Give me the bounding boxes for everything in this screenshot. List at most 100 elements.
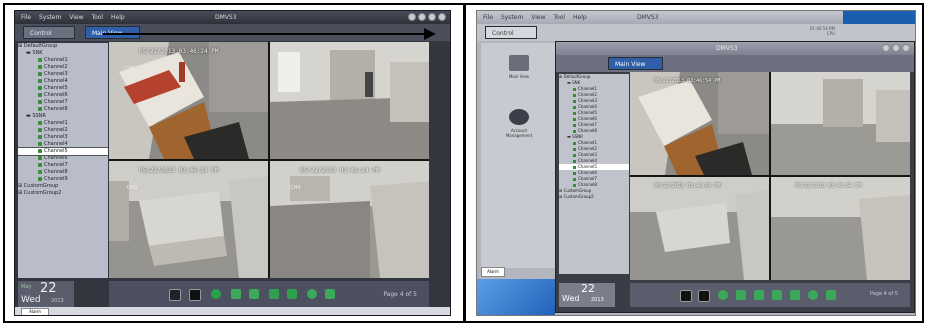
tree-item-label: Channel6 xyxy=(44,92,68,98)
tree-group-item[interactable]: ⊞ CustomGroup xyxy=(18,183,108,190)
forward-icon[interactable] xyxy=(790,290,800,300)
tree-channel-item[interactable]: Channel3 xyxy=(18,71,108,78)
menu-tool[interactable]: Tool xyxy=(553,14,565,21)
tree-group-item[interactable]: ⊞ CustomGroup2 xyxy=(18,190,108,197)
close-icon[interactable] xyxy=(438,13,446,21)
camera-grid: 05/22/2013 03:46:24 PM CH1 CH2 05/22/201… xyxy=(109,42,429,278)
menu-view[interactable]: View xyxy=(531,14,545,21)
tree-channel-item[interactable]: Channel9 xyxy=(18,176,108,183)
forward-icon[interactable] xyxy=(287,289,297,299)
tree-group-item[interactable]: ⊞ DefaultGroup xyxy=(18,43,108,50)
tree-item-label: Channel2 xyxy=(44,127,68,133)
camera-view-3[interactable]: 05/22/2013 03:46:24 PM CH3 xyxy=(109,161,268,278)
tree-item-label: Channel4 xyxy=(44,141,68,147)
channel-icon xyxy=(573,153,576,157)
tab-control-panel[interactable]: Control Panel xyxy=(485,26,537,50)
tree-item-label: Channel4 xyxy=(578,104,597,109)
rewind-icon[interactable] xyxy=(269,289,279,299)
menu-help[interactable]: Help xyxy=(573,14,587,21)
alarm-button[interactable]: Alarm xyxy=(21,308,49,315)
channel-icon xyxy=(38,141,42,146)
tree-group-item[interactable]: ▬ SSNR xyxy=(18,113,108,120)
tree-item-label: Channel7 xyxy=(578,122,597,127)
alarm-button[interactable]: Alarm xyxy=(481,267,505,277)
refresh-icon[interactable] xyxy=(808,290,818,300)
channel-icon xyxy=(38,99,42,104)
tree-channel-item[interactable]: Channel3 xyxy=(18,134,108,141)
snapshot-icon[interactable] xyxy=(249,289,259,299)
camera-icon[interactable] xyxy=(231,289,241,299)
menu-file[interactable]: File xyxy=(21,14,31,21)
layout-1x1-icon[interactable] xyxy=(169,289,181,301)
tree-item-label: CustomGroup xyxy=(23,183,59,189)
camera-view-3[interactable]: 05/22/2013 03:46:54 PM xyxy=(630,177,769,280)
menu-system[interactable]: System xyxy=(39,14,61,21)
menu-system[interactable]: System xyxy=(501,14,523,21)
menu-file[interactable]: File xyxy=(483,14,493,21)
tree-channel-item[interactable]: Channel5 xyxy=(18,147,108,156)
tree-channel-item[interactable]: Channel2 xyxy=(18,127,108,134)
tree-channel-item[interactable]: Channel6 xyxy=(18,155,108,162)
layout-2x2-icon[interactable] xyxy=(698,290,710,302)
channel-icon xyxy=(38,162,42,167)
maximize-icon[interactable] xyxy=(892,44,900,52)
menu-bar: File System View Tool Help xyxy=(15,14,125,21)
account-management-icon[interactable] xyxy=(509,109,529,125)
tree-channel-item[interactable]: Channel8 xyxy=(18,106,108,113)
main-view-icon[interactable] xyxy=(509,55,529,71)
camera-view-1[interactable]: 05/22/2013 03:46:54 PM xyxy=(630,72,769,175)
tree-item-label: SSNR xyxy=(32,113,46,119)
tree-channel-item[interactable]: Channel8 xyxy=(18,169,108,176)
volume-icon[interactable] xyxy=(325,289,335,299)
volume-icon[interactable] xyxy=(826,290,836,300)
device-tree[interactable]: ⊞ DefaultGroup ▬ SNK Channel1 Channel2 Chann… xyxy=(18,43,108,278)
close-icon[interactable] xyxy=(902,44,910,52)
record-icon[interactable] xyxy=(211,289,221,299)
tree-channel-item[interactable]: Channel4 xyxy=(18,78,108,85)
minimize-icon[interactable] xyxy=(882,44,890,52)
tree-channel-item[interactable]: Channel4 xyxy=(18,141,108,148)
timestamp: 05/22/2013 03:46:54 PM xyxy=(795,183,862,189)
camera-view-4[interactable]: 05/22/2013 03:46:54 PM xyxy=(771,177,910,280)
layout-2x2-icon[interactable] xyxy=(189,289,201,301)
record-icon[interactable] xyxy=(718,290,728,300)
tree-group-item[interactable]: ⊞ CustomGroup2 xyxy=(559,194,629,200)
tree-channel-item[interactable]: Channel6 xyxy=(18,92,108,99)
system-status: 01:46:54 PM CPU xyxy=(810,26,835,36)
rewind-icon[interactable] xyxy=(772,290,782,300)
camera-view-2[interactable] xyxy=(771,72,910,175)
tree-item-label: Channel6 xyxy=(578,116,597,121)
app-title: DMVS3 xyxy=(637,14,659,21)
tree-channel-item[interactable]: Channel1 xyxy=(18,57,108,64)
window-title-bar[interactable]: DMVS3 xyxy=(556,42,914,55)
camera-image-4 xyxy=(771,177,910,280)
menu-view[interactable]: View xyxy=(69,14,83,21)
tab-main-view[interactable]: Main View xyxy=(608,57,663,70)
help-icon[interactable] xyxy=(408,13,416,21)
device-tree[interactable]: ⊞ DefaultGroup ▬ SNK Channel1 Channel2 Chann… xyxy=(559,74,629,274)
minimize-icon[interactable] xyxy=(418,13,426,21)
main-view-window[interactable]: DMVS3 Main View ⊞ DefaultGroup ▬ SNK Chann… xyxy=(555,41,915,313)
menu-tool[interactable]: Tool xyxy=(91,14,103,21)
tree-item-label: Channel7 xyxy=(578,176,597,181)
tree-channel-item[interactable]: Channel7 xyxy=(18,162,108,169)
main-view-label: Main View xyxy=(508,74,530,79)
camera-icon[interactable] xyxy=(736,290,746,300)
camera-view-4[interactable]: 05/22/2013 03:46:24 PM CH4 xyxy=(270,161,429,278)
tree-channel-item[interactable]: Channel2 xyxy=(18,64,108,71)
layout-1x1-icon[interactable] xyxy=(680,290,692,302)
tree-channel-item[interactable]: Channel7 xyxy=(18,99,108,106)
maximize-icon[interactable] xyxy=(428,13,436,21)
menu-help[interactable]: Help xyxy=(111,14,125,21)
camera-view-1[interactable]: 05/22/2013 03:46:24 PM CH1 xyxy=(109,42,268,159)
channel-icon xyxy=(38,57,42,62)
tree-item-label: Channel8 xyxy=(44,169,68,175)
tab-control-panel[interactable]: Control Panel xyxy=(23,26,75,50)
camera-image-2 xyxy=(270,42,429,159)
snapshot-icon[interactable] xyxy=(754,290,764,300)
tree-channel-item[interactable]: Channel5 xyxy=(18,85,108,92)
camera-view-2[interactable]: CH2 xyxy=(270,42,429,159)
refresh-icon[interactable] xyxy=(307,289,317,299)
tree-group-item[interactable]: ▬ SNK xyxy=(18,50,108,57)
tree-channel-item[interactable]: Channel1 xyxy=(18,120,108,127)
